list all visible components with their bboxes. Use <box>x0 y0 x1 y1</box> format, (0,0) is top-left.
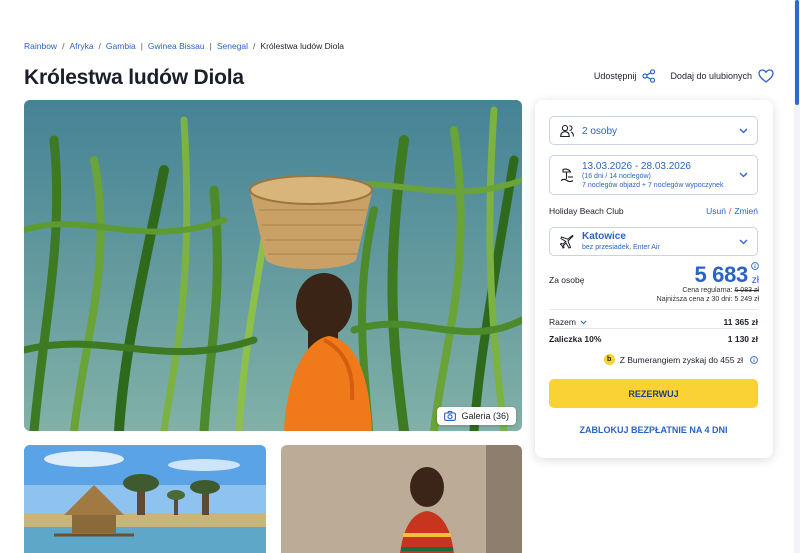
per-person-label: Za osobę <box>549 275 585 285</box>
lock-free-button[interactable]: ZABLOKUJ BEZPŁATNIE NA 4 DNI <box>549 418 758 442</box>
gallery-button[interactable]: Galeria (36) <box>437 407 516 425</box>
price-per-person: 5 683 <box>694 262 748 287</box>
breadcrumb-separator: / <box>98 41 101 51</box>
info-icon[interactable] <box>751 262 759 270</box>
dates-value: 13.03.2026 - 28.03.2026 <box>582 161 691 172</box>
breadcrumb-link-gambia[interactable]: Gambia <box>106 41 136 51</box>
hero-photo[interactable]: Galeria (36) <box>24 100 522 431</box>
breadcrumb-separator: | <box>140 41 143 51</box>
hotel-actions-separator: / <box>729 206 732 216</box>
chevron-down-icon <box>739 128 748 133</box>
regular-price: Cena regularna: 6 083 zł <box>682 287 759 294</box>
share-button[interactable]: Udostępnij <box>594 69 657 83</box>
breadcrumb-link-afryka[interactable]: Afryka <box>69 41 93 51</box>
nights-split-text: 7 noclegów objazd + 7 noclegów wypoczyne… <box>582 182 724 189</box>
bumerang-text: Z Bumerangiem zyskaj do 455 zł <box>619 354 743 365</box>
photo-thumbnail-baobabs[interactable] <box>24 445 266 553</box>
deposit-row: Zaliczka 10% 1 130 zł <box>549 334 758 344</box>
share-icon <box>642 69 656 83</box>
booking-panel: 2 osoby 13.03.2026 - 28.03.2026 (16 dni … <box>535 100 773 458</box>
hero-image-woman-with-basket <box>24 100 522 431</box>
dates-select[interactable]: 13.03.2026 - 28.03.2026 (16 dni / 14 noc… <box>549 155 758 195</box>
flight-info: bez przesiadek, Enter Air <box>582 244 660 251</box>
divider <box>549 328 758 329</box>
breadcrumb-separator: / <box>253 41 256 51</box>
favorite-label: Dodaj do ulubionych <box>670 71 752 81</box>
thumbnail-image-baobabs <box>24 445 266 553</box>
chevron-down-icon <box>739 239 748 244</box>
bumerang-promo: b Z Bumerangiem zyskaj do 455 zł <box>549 354 758 365</box>
bumerang-icon: b <box>603 354 615 365</box>
share-label: Udostępnij <box>593 71 637 81</box>
info-icon[interactable] <box>750 355 758 364</box>
hotel-name: Holiday Beach Club <box>549 206 624 216</box>
airplane-icon <box>560 234 574 249</box>
heart-icon <box>758 69 774 83</box>
thumbnail-image-child <box>281 445 522 553</box>
divider <box>549 309 758 310</box>
chevron-down-icon <box>580 320 587 324</box>
duration-text: (16 dni / 14 noclegów) <box>582 173 651 180</box>
total-label-group: Razem <box>549 317 587 327</box>
lowest-price-30-days: Najniższa cena z 30 dni: 5 249 zł <box>656 296 759 303</box>
total-label: Razem <box>549 317 576 327</box>
regular-price-label: Cena regularna: <box>682 287 733 294</box>
regular-price-value: 6 083 zł <box>734 287 759 294</box>
persons-select[interactable]: 2 osoby <box>549 116 758 145</box>
total-value: 11 365 zł <box>723 317 758 327</box>
hotel-row: Holiday Beach Club Usuń / Zmień <box>549 206 758 216</box>
breadcrumb-link-rainbow[interactable]: Rainbow <box>24 41 57 51</box>
breadcrumb-separator: | <box>209 41 212 51</box>
page-title: Królestwa ludów Diola <box>24 66 244 89</box>
breadcrumb-separator: / <box>62 41 65 51</box>
breadcrumb-link-senegal[interactable]: Senegal <box>217 41 248 51</box>
remove-hotel-link[interactable]: Usuń <box>706 206 726 216</box>
deposit-label: Zaliczka 10% <box>549 334 602 344</box>
camera-icon <box>444 411 457 421</box>
persons-value: 2 osoby <box>582 126 618 137</box>
photo-thumbnail-child[interactable] <box>281 445 522 553</box>
breadcrumb-current: Królestwa ludów Diola <box>260 41 345 51</box>
flight-select[interactable]: Katowice bez przesiadek, Enter Air <box>549 227 758 256</box>
chevron-down-icon <box>739 172 748 178</box>
page: Rainbow / Afryka / Gambia | Gwinea Bissa… <box>0 0 800 553</box>
price-currency: zł <box>751 275 759 286</box>
breadcrumb: Rainbow / Afryka / Gambia | Gwinea Bissa… <box>24 41 344 51</box>
flight-city: Katowice <box>582 231 626 242</box>
header-actions: Udostępnij Dodaj do ulubionych <box>594 69 774 83</box>
favorite-button[interactable]: Dodaj do ulubionych <box>670 69 774 83</box>
change-hotel-link[interactable]: Zmień <box>734 206 758 216</box>
users-icon <box>560 124 574 137</box>
calendar-beach-icon <box>560 168 574 182</box>
hotel-actions: Usuń / Zmień <box>706 206 758 216</box>
gallery-label: Galeria (36) <box>461 411 509 421</box>
book-button[interactable]: REZERWUJ <box>549 379 758 408</box>
breadcrumb-link-gwinea-bissau[interactable]: Gwinea Bissau <box>148 41 205 51</box>
page-scrollbar[interactable] <box>794 0 800 553</box>
scrollbar-thumb[interactable] <box>795 0 799 105</box>
total-row[interactable]: Razem 11 365 zł <box>549 317 758 327</box>
deposit-value: 1 130 zł <box>727 334 758 344</box>
